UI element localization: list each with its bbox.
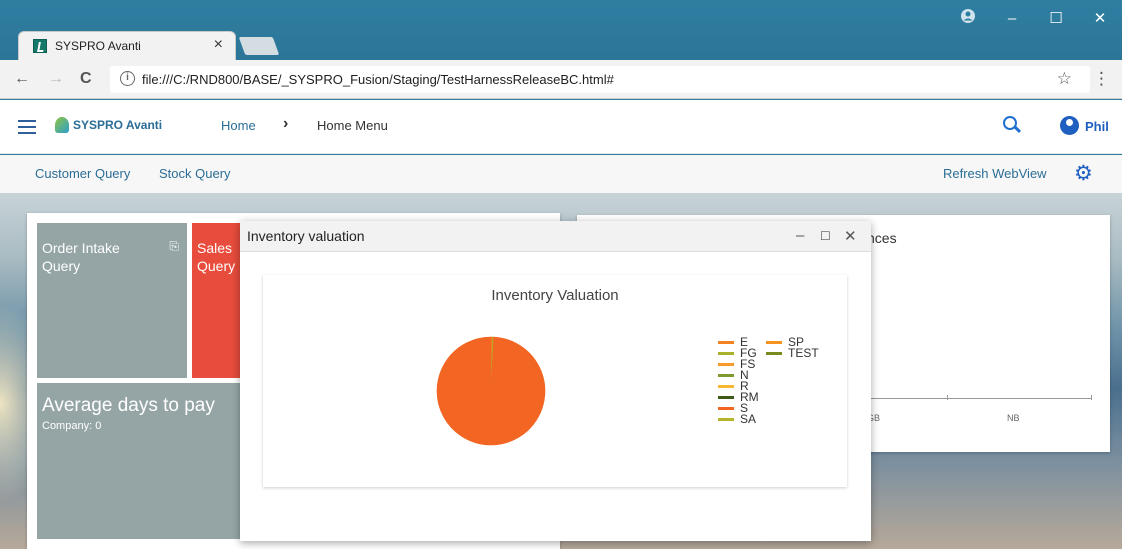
pie-slice-s[interactable] <box>436 336 546 446</box>
chart-panel: Inventory Valuation E SP FG TEST FS N R RM S SA <box>263 275 847 487</box>
user-avatar-icon[interactable] <box>1060 116 1079 135</box>
url-text: file:///C:/RND800/BASE/_SYSPRO_Fusion/St… <box>142 72 614 87</box>
window-title: Inventory valuation <box>247 228 365 244</box>
legend-swatch <box>718 406 734 410</box>
minimize-button[interactable]: – <box>990 10 1034 27</box>
legend-swatch <box>718 395 734 399</box>
legend-swatch <box>718 373 734 377</box>
window-maximize-button[interactable]: ☐ <box>820 229 831 243</box>
open-icon[interactable]: ⎘ <box>169 239 179 254</box>
logo-mark-icon <box>55 117 69 133</box>
inventory-valuation-window: Inventory valuation – ☐ ✕ Inventory Valu… <box>240 221 871 541</box>
legend-swatch <box>766 351 782 355</box>
bookmark-star-icon[interactable]: ☆ <box>1057 69 1072 89</box>
window-controls: – ☐ ✕ <box>946 0 1122 36</box>
address-bar-row: ← → C i file:///C:/RND800/BASE/_SYSPRO_F… <box>0 60 1122 99</box>
hamburger-menu-icon[interactable] <box>18 120 36 134</box>
breadcrumb-home[interactable]: Home <box>221 118 256 133</box>
quick-links-bar: Customer Query Stock Query Refresh WebVi… <box>0 155 1122 193</box>
browser-titlebar: SYSPRO Avanti × – ☐ ✕ <box>0 0 1122 60</box>
back-icon[interactable]: ← <box>14 70 30 88</box>
app-header: SYSPRO Avanti Home › Home Menu Phil <box>0 100 1122 154</box>
browser-menu-icon[interactable]: ⋮ <box>1093 69 1110 89</box>
order-intake-tile[interactable]: Order Intake Query ⎘ <box>37 223 187 378</box>
legend-swatch <box>718 384 734 388</box>
customer-query-link[interactable]: Customer Query <box>35 166 130 181</box>
window-minimize-button[interactable]: – <box>796 227 804 244</box>
legend-swatch <box>766 340 782 344</box>
legend-swatch <box>718 417 734 421</box>
legend-label: TEST <box>788 346 819 360</box>
favicon-icon <box>33 39 47 53</box>
tab-close-button[interactable]: × <box>214 36 223 54</box>
chevron-right-icon: › <box>283 115 289 132</box>
breadcrumb-home-menu: Home Menu <box>317 118 388 133</box>
refresh-webview-link[interactable]: Refresh WebView <box>943 166 1047 181</box>
legend-item-test[interactable]: TEST <box>766 346 819 360</box>
window-header[interactable]: Inventory valuation – ☐ ✕ <box>240 221 871 252</box>
stock-query-link[interactable]: Stock Query <box>159 166 231 181</box>
info-icon[interactable]: i <box>120 71 135 86</box>
forward-icon[interactable]: → <box>48 70 64 88</box>
window-close-button[interactable]: ✕ <box>844 227 857 245</box>
legend-swatch <box>718 340 734 344</box>
new-tab-button[interactable] <box>238 37 280 55</box>
search-icon[interactable] <box>1003 116 1021 134</box>
reload-icon[interactable]: C <box>80 70 92 88</box>
legend-swatch <box>718 362 734 366</box>
maximize-button[interactable]: ☐ <box>1034 9 1078 27</box>
profile-icon[interactable] <box>946 8 990 28</box>
user-name[interactable]: Phil <box>1085 119 1109 134</box>
tab-title: SYSPRO Avanti <box>55 39 141 53</box>
sales-query-tile[interactable]: Sales Query <box>192 223 242 378</box>
syspro-logo: SYSPRO Avanti <box>55 117 162 133</box>
axis-line <box>852 398 1092 399</box>
legend-item-sa[interactable]: SA <box>718 412 756 426</box>
legend-swatch <box>718 351 734 355</box>
legend-label: SA <box>740 412 757 426</box>
close-window-button[interactable]: ✕ <box>1078 9 1122 27</box>
url-field[interactable]: i file:///C:/RND800/BASE/_SYSPRO_Fusion/… <box>110 66 1090 93</box>
pie-chart <box>436 336 546 446</box>
settings-gear-icon[interactable]: ⚙ <box>1074 163 1094 184</box>
browser-tab[interactable]: SYSPRO Avanti × <box>18 31 236 60</box>
axis-label-nb: NB <box>1007 413 1020 423</box>
average-days-tile[interactable]: Average days to pay Company: 0 <box>37 383 242 539</box>
card-title-fragment: nces <box>867 230 897 246</box>
